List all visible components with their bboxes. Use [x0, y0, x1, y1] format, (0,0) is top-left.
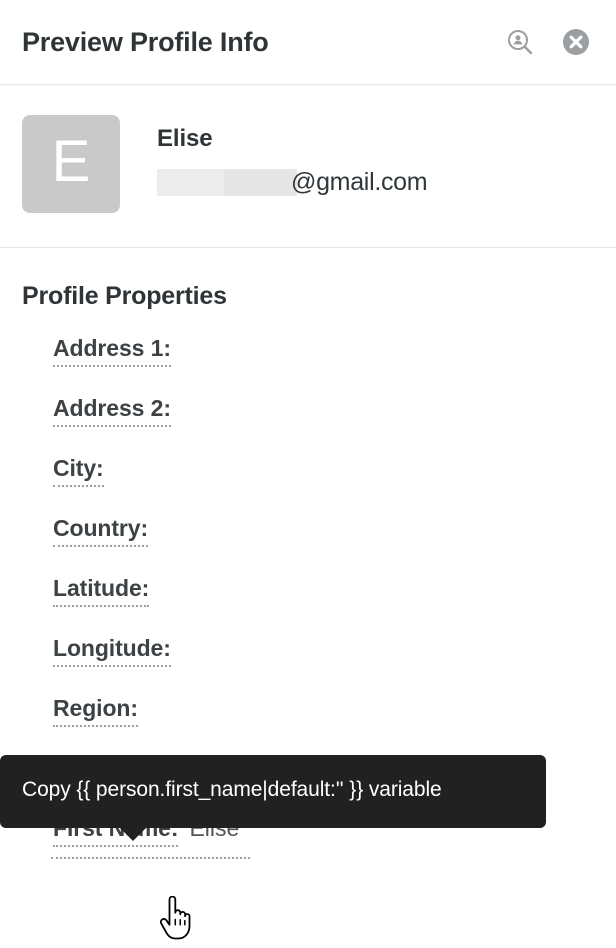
- profile-name: Elise: [157, 125, 213, 152]
- search-person-icon[interactable]: [506, 28, 534, 56]
- tooltip-text: Copy {{ person.first_name|default:'' }} …: [22, 778, 442, 801]
- property-row-city: City:: [53, 455, 616, 515]
- property-underline-timezone: [51, 857, 250, 859]
- property-label[interactable]: Address 2:: [53, 395, 171, 428]
- property-row-region: Region:: [53, 695, 616, 755]
- property-label[interactable]: Longitude:: [53, 635, 171, 668]
- email-suffix: @gmail.com: [291, 168, 428, 196]
- pointer-hand-cursor: [158, 895, 192, 942]
- property-label[interactable]: Latitude:: [53, 575, 149, 608]
- property-label[interactable]: Region:: [53, 695, 138, 728]
- header-actions: [506, 28, 596, 56]
- copy-variable-tooltip: Copy {{ person.first_name|default:'' }} …: [0, 755, 546, 841]
- profile-properties-heading: Profile Properties: [22, 282, 227, 310]
- close-icon[interactable]: [562, 28, 590, 56]
- tooltip-arrow: [119, 826, 147, 841]
- email-redaction-box: [157, 169, 297, 196]
- property-row-latitude: Latitude:: [53, 575, 616, 635]
- property-label[interactable]: Country:: [53, 515, 148, 548]
- property-label[interactable]: City:: [53, 455, 104, 488]
- page-title: Preview Profile Info: [22, 26, 269, 57]
- property-label[interactable]: Address 1:: [53, 335, 171, 368]
- identity-text: Elise @gmail.com: [120, 115, 428, 196]
- property-row-longitude: Longitude:: [53, 635, 616, 695]
- property-row-country: Country:: [53, 515, 616, 575]
- modal-header: Preview Profile Info: [0, 0, 616, 85]
- profile-email: @gmail.com: [157, 168, 428, 196]
- profile-identity: E Elise @gmail.com: [0, 85, 616, 248]
- property-row-address-1: Address 1:: [53, 335, 616, 395]
- avatar: E: [22, 115, 120, 213]
- property-row-address-2: Address 2:: [53, 395, 616, 455]
